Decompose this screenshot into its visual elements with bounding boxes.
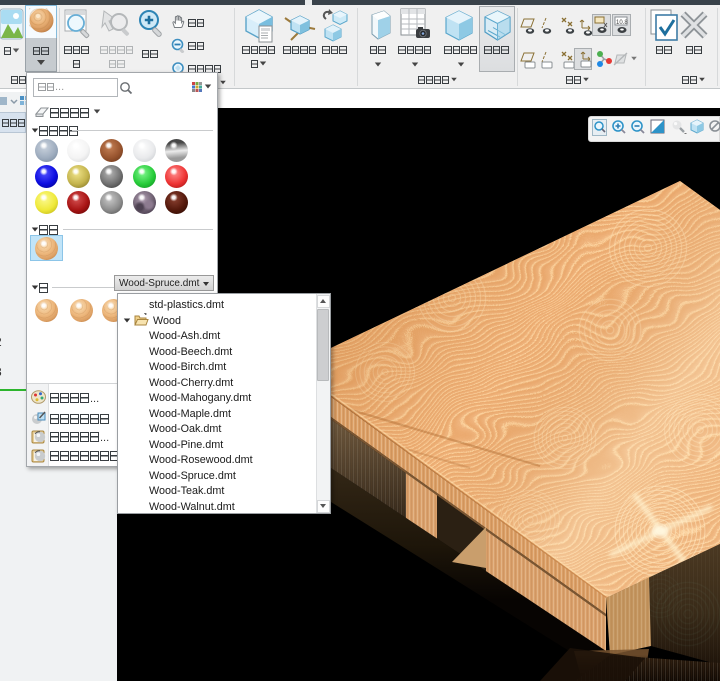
svg-text:10.8: 10.8 (616, 20, 628, 26)
